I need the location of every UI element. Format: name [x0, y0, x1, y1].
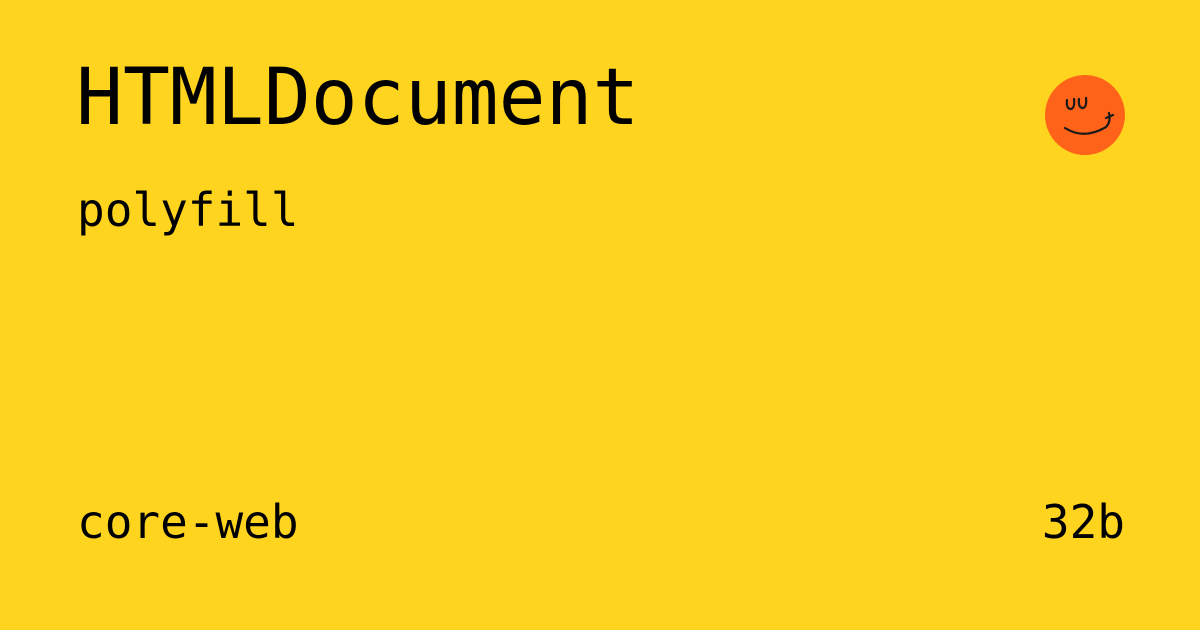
package-name: core-web	[77, 495, 299, 549]
bundle-size: 32b	[1041, 495, 1125, 549]
page-title: HTMLDocument	[76, 53, 640, 143]
share-card: HTMLDocument polyfill core-web 32b	[0, 0, 1200, 630]
smiley-face-icon	[1045, 75, 1125, 155]
subtitle: polyfill	[77, 183, 299, 237]
